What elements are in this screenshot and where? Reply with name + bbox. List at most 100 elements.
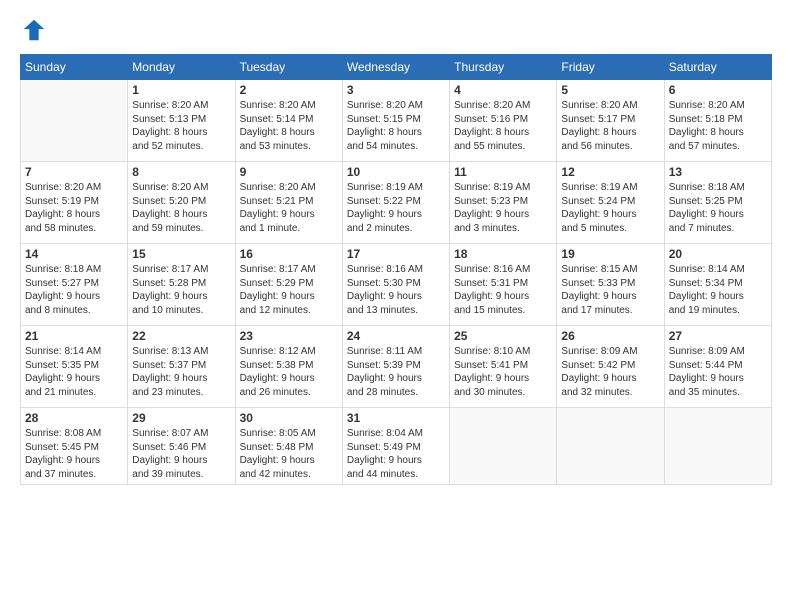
day-number: 23 xyxy=(240,329,338,343)
day-of-week-header: Tuesday xyxy=(235,55,342,80)
calendar-cell: 22 Sunrise: 8:13 AMSunset: 5:37 PMDayligh… xyxy=(128,326,235,408)
day-detail: Sunrise: 8:18 AMSunset: 5:27 PMDaylight:… xyxy=(25,263,123,317)
day-detail: Sunrise: 8:20 AMSunset: 5:19 PMDaylight:… xyxy=(25,181,123,235)
logo-icon xyxy=(20,16,48,44)
day-number: 1 xyxy=(132,83,230,97)
day-number: 19 xyxy=(561,247,659,261)
day-detail: Sunrise: 8:20 AMSunset: 5:14 PMDaylight:… xyxy=(240,99,338,153)
calendar-cell: 23 Sunrise: 8:12 AMSunset: 5:38 PMDayligh… xyxy=(235,326,342,408)
calendar-cell xyxy=(450,408,557,485)
calendar-cell: 30 Sunrise: 8:05 AMSunset: 5:48 PMDayligh… xyxy=(235,408,342,485)
day-detail: Sunrise: 8:20 AMSunset: 5:18 PMDaylight:… xyxy=(669,99,767,153)
day-number: 5 xyxy=(561,83,659,97)
day-number: 4 xyxy=(454,83,552,97)
calendar-cell: 27 Sunrise: 8:09 AMSunset: 5:44 PMDayligh… xyxy=(664,326,771,408)
day-of-week-header: Thursday xyxy=(450,55,557,80)
calendar-cell: 2 Sunrise: 8:20 AMSunset: 5:14 PMDaylight… xyxy=(235,80,342,162)
day-detail: Sunrise: 8:09 AMSunset: 5:42 PMDaylight:… xyxy=(561,345,659,399)
calendar-cell xyxy=(557,408,664,485)
day-detail: Sunrise: 8:19 AMSunset: 5:23 PMDaylight:… xyxy=(454,181,552,235)
day-number: 29 xyxy=(132,411,230,425)
day-detail: Sunrise: 8:16 AMSunset: 5:30 PMDaylight:… xyxy=(347,263,445,317)
day-number: 6 xyxy=(669,83,767,97)
day-number: 11 xyxy=(454,165,552,179)
day-number: 13 xyxy=(669,165,767,179)
calendar-cell: 26 Sunrise: 8:09 AMSunset: 5:42 PMDayligh… xyxy=(557,326,664,408)
calendar-cell: 13 Sunrise: 8:18 AMSunset: 5:25 PMDayligh… xyxy=(664,162,771,244)
day-detail: Sunrise: 8:04 AMSunset: 5:49 PMDaylight:… xyxy=(347,427,445,481)
calendar-cell: 29 Sunrise: 8:07 AMSunset: 5:46 PMDayligh… xyxy=(128,408,235,485)
day-number: 30 xyxy=(240,411,338,425)
day-detail: Sunrise: 8:13 AMSunset: 5:37 PMDaylight:… xyxy=(132,345,230,399)
day-number: 28 xyxy=(25,411,123,425)
day-number: 12 xyxy=(561,165,659,179)
calendar-week-row: 28Sunrise: 8:08 AMSunset: 5:45 PMDayligh… xyxy=(21,408,772,485)
day-detail: Sunrise: 8:18 AMSunset: 5:25 PMDaylight:… xyxy=(669,181,767,235)
calendar-cell: 3Sunrise: 8:20 AMSunset: 5:15 PMDaylight… xyxy=(342,80,449,162)
day-number: 27 xyxy=(669,329,767,343)
calendar-cell: 19 Sunrise: 8:15 AMSunset: 5:33 PMDayligh… xyxy=(557,244,664,326)
day-of-week-header: Monday xyxy=(128,55,235,80)
calendar-cell xyxy=(664,408,771,485)
day-of-week-header: Friday xyxy=(557,55,664,80)
day-detail: Sunrise: 8:09 AMSunset: 5:44 PMDaylight:… xyxy=(669,345,767,399)
day-of-week-header: Saturday xyxy=(664,55,771,80)
day-detail: Sunrise: 8:11 AMSunset: 5:39 PMDaylight:… xyxy=(347,345,445,399)
day-number: 20 xyxy=(669,247,767,261)
day-detail: Sunrise: 8:10 AMSunset: 5:41 PMDaylight:… xyxy=(454,345,552,399)
day-number: 10 xyxy=(347,165,445,179)
calendar-header-row: SundayMondayTuesdayWednesdayThursdayFrid… xyxy=(21,55,772,80)
calendar-week-row: 21Sunrise: 8:14 AMSunset: 5:35 PMDayligh… xyxy=(21,326,772,408)
day-detail: Sunrise: 8:14 AMSunset: 5:34 PMDaylight:… xyxy=(669,263,767,317)
calendar-cell: 11 Sunrise: 8:19 AMSunset: 5:23 PMDayligh… xyxy=(450,162,557,244)
day-number: 8 xyxy=(132,165,230,179)
day-number: 25 xyxy=(454,329,552,343)
day-number: 31 xyxy=(347,411,445,425)
calendar-cell: 28Sunrise: 8:08 AMSunset: 5:45 PMDayligh… xyxy=(21,408,128,485)
day-number: 3 xyxy=(347,83,445,97)
logo xyxy=(20,16,52,44)
day-detail: Sunrise: 8:20 AMSunset: 5:20 PMDaylight:… xyxy=(132,181,230,235)
day-detail: Sunrise: 8:07 AMSunset: 5:46 PMDaylight:… xyxy=(132,427,230,481)
calendar-cell: 5Sunrise: 8:20 AMSunset: 5:17 PMDaylight… xyxy=(557,80,664,162)
day-number: 24 xyxy=(347,329,445,343)
day-number: 2 xyxy=(240,83,338,97)
day-detail: Sunrise: 8:20 AMSunset: 5:21 PMDaylight:… xyxy=(240,181,338,235)
day-number: 9 xyxy=(240,165,338,179)
day-detail: Sunrise: 8:05 AMSunset: 5:48 PMDaylight:… xyxy=(240,427,338,481)
day-detail: Sunrise: 8:20 AMSunset: 5:16 PMDaylight:… xyxy=(454,99,552,153)
calendar-cell xyxy=(21,80,128,162)
calendar-cell: 1 Sunrise: 8:20 AMSunset: 5:13 PMDaylight… xyxy=(128,80,235,162)
calendar-cell: 9 Sunrise: 8:20 AMSunset: 5:21 PMDaylight… xyxy=(235,162,342,244)
day-detail: Sunrise: 8:12 AMSunset: 5:38 PMDaylight:… xyxy=(240,345,338,399)
day-number: 17 xyxy=(347,247,445,261)
day-of-week-header: Sunday xyxy=(21,55,128,80)
day-number: 14 xyxy=(25,247,123,261)
day-detail: Sunrise: 8:20 AMSunset: 5:13 PMDaylight:… xyxy=(132,99,230,153)
calendar-cell: 16Sunrise: 8:17 AMSunset: 5:29 PMDayligh… xyxy=(235,244,342,326)
calendar-cell: 7 Sunrise: 8:20 AMSunset: 5:19 PMDaylight… xyxy=(21,162,128,244)
calendar-cell: 24 Sunrise: 8:11 AMSunset: 5:39 PMDayligh… xyxy=(342,326,449,408)
page: SundayMondayTuesdayWednesdayThursdayFrid… xyxy=(0,0,792,612)
calendar-cell: 4 Sunrise: 8:20 AMSunset: 5:16 PMDaylight… xyxy=(450,80,557,162)
day-number: 22 xyxy=(132,329,230,343)
calendar-cell: 15Sunrise: 8:17 AMSunset: 5:28 PMDayligh… xyxy=(128,244,235,326)
day-detail: Sunrise: 8:16 AMSunset: 5:31 PMDaylight:… xyxy=(454,263,552,317)
day-number: 26 xyxy=(561,329,659,343)
calendar-cell: 8 Sunrise: 8:20 AMSunset: 5:20 PMDaylight… xyxy=(128,162,235,244)
calendar-cell: 31 Sunrise: 8:04 AMSunset: 5:49 PMDayligh… xyxy=(342,408,449,485)
day-detail: Sunrise: 8:19 AMSunset: 5:24 PMDaylight:… xyxy=(561,181,659,235)
calendar-week-row: 7 Sunrise: 8:20 AMSunset: 5:19 PMDaylight… xyxy=(21,162,772,244)
day-detail: Sunrise: 8:15 AMSunset: 5:33 PMDaylight:… xyxy=(561,263,659,317)
calendar-cell: 18 Sunrise: 8:16 AMSunset: 5:31 PMDayligh… xyxy=(450,244,557,326)
calendar-cell: 21Sunrise: 8:14 AMSunset: 5:35 PMDayligh… xyxy=(21,326,128,408)
calendar-week-row: 14 Sunrise: 8:18 AMSunset: 5:27 PMDayligh… xyxy=(21,244,772,326)
day-detail: Sunrise: 8:17 AMSunset: 5:29 PMDaylight:… xyxy=(240,263,338,317)
day-number: 18 xyxy=(454,247,552,261)
calendar-cell: 12 Sunrise: 8:19 AMSunset: 5:24 PMDayligh… xyxy=(557,162,664,244)
day-number: 21 xyxy=(25,329,123,343)
calendar-cell: 25 Sunrise: 8:10 AMSunset: 5:41 PMDayligh… xyxy=(450,326,557,408)
day-number: 7 xyxy=(25,165,123,179)
day-detail: Sunrise: 8:17 AMSunset: 5:28 PMDaylight:… xyxy=(132,263,230,317)
calendar-cell: 17 Sunrise: 8:16 AMSunset: 5:30 PMDayligh… xyxy=(342,244,449,326)
